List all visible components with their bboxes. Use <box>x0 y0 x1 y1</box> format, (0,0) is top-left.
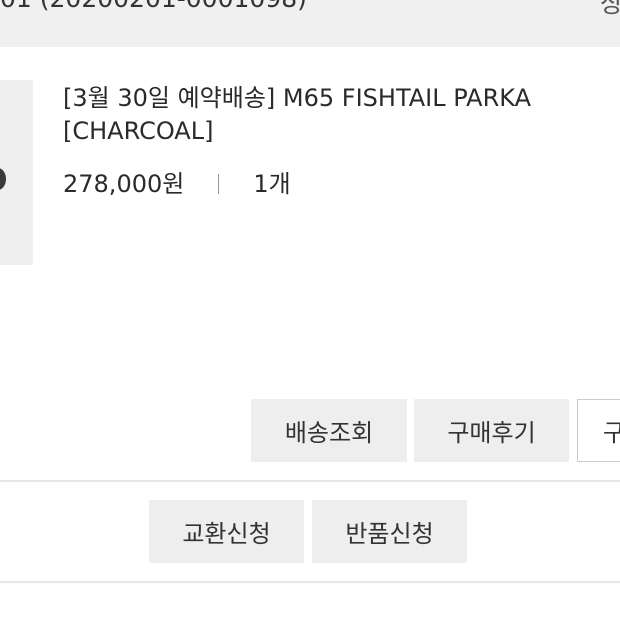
return-request-button[interactable]: 반품신청 <box>312 500 467 563</box>
track-delivery-button[interactable]: 배송조회 <box>251 399 407 462</box>
exchange-request-button[interactable]: 교환신청 <box>149 500 304 563</box>
divider <box>0 581 620 583</box>
product-price-quantity: 278,000원 1개 <box>63 167 291 201</box>
product-image <box>0 168 6 190</box>
purchase-confirm-button[interactable]: 구 <box>577 399 620 462</box>
order-header-right-text[interactable]: 상 <box>600 0 620 20</box>
product-name[interactable]: [3월 30일 예약배송] M65 FISHTAIL PARKA [CHARCO… <box>63 82 603 148</box>
product-price: 278,000원 <box>63 170 185 198</box>
product-thumbnail[interactable] <box>0 80 33 265</box>
order-number: 01 (20200201-0001098) <box>0 0 307 13</box>
order-detail-page: 01 (20200201-0001098) 상 [3월 30일 예약배송] M6… <box>0 0 620 620</box>
order-header: 01 (20200201-0001098) 상 <box>0 0 620 47</box>
write-review-button[interactable]: 구매후기 <box>414 399 569 462</box>
separator <box>218 174 220 194</box>
product-quantity: 1개 <box>253 170 291 198</box>
divider <box>0 480 620 482</box>
